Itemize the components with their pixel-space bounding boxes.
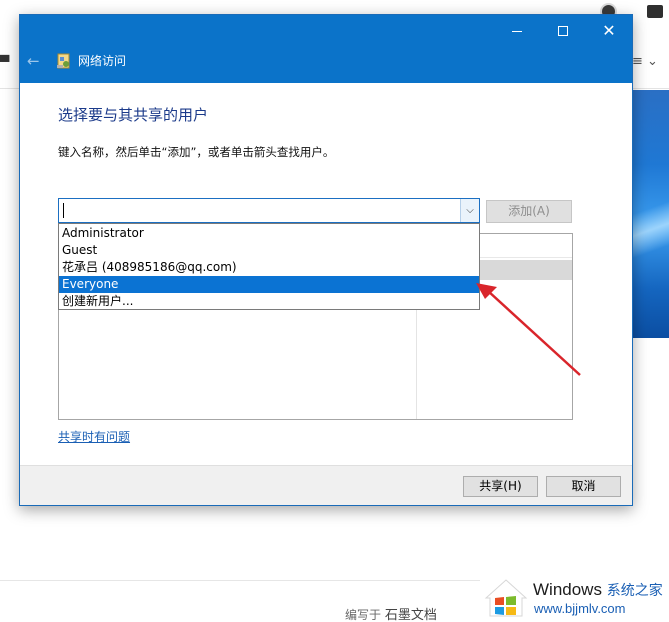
back-arrow-icon[interactable]: ← xyxy=(27,53,43,69)
document-footer: 编写于 石墨文档 xyxy=(345,604,437,622)
footer-brand: 石墨文档 xyxy=(384,608,437,622)
window-title: 网络访问 xyxy=(78,54,127,68)
minimize-icon xyxy=(512,30,522,32)
dropdown-item-create-user[interactable]: 创建新用户... xyxy=(59,293,479,310)
dropdown-item-guest[interactable]: Guest xyxy=(59,242,479,259)
network-access-dialog: ✕ ← 网络访问 选择要与其共享的用户 键入名称，然后单击“添加”，或者单击箭头… xyxy=(19,14,633,506)
dialog-footer: 共享(H) 取消 xyxy=(20,465,632,505)
close-button[interactable]: ✕ xyxy=(586,15,632,47)
maximize-button[interactable] xyxy=(540,15,586,47)
desktop-wallpaper xyxy=(632,90,669,338)
share-button[interactable]: 共享(H) xyxy=(463,476,538,497)
windows-watermark: Windows 系统之家 www.bjjmlv.com xyxy=(476,574,669,622)
dropdown-item-everyone[interactable]: Everyone xyxy=(59,276,479,293)
text-cursor xyxy=(63,203,64,218)
add-button[interactable]: 添加(A) xyxy=(486,200,572,223)
minimize-button[interactable] xyxy=(494,15,540,47)
cancel-button[interactable]: 取消 xyxy=(546,476,621,497)
dropdown-item-administrator[interactable]: Administrator xyxy=(59,225,479,242)
title-bar[interactable]: ✕ ← 网络访问 xyxy=(20,15,632,83)
chevron-down-icon[interactable]: ⌵ xyxy=(460,199,479,222)
sharing-help-link[interactable]: 共享时有问题 xyxy=(58,428,130,445)
user-dropdown-list[interactable]: Administrator Guest 花承吕 (408985186@qq.co… xyxy=(58,223,480,310)
watermark-title-cn: 系统之家 xyxy=(606,582,663,598)
windows-logo-icon xyxy=(484,579,528,617)
dropdown-item-account[interactable]: 花承吕 (408985186@qq.com) xyxy=(59,259,479,276)
user-name-combobox[interactable]: ⌵ xyxy=(58,198,480,223)
dialog-content: 选择要与其共享的用户 键入名称，然后单击“添加”，或者单击箭头查找用户。 ⌵ 添… xyxy=(20,83,632,463)
chat-icon[interactable] xyxy=(647,5,663,18)
background-paint-icon: ▀ xyxy=(0,55,10,69)
instruction-text: 键入名称，然后单击“添加”，或者单击箭头查找用户。 xyxy=(58,145,335,159)
footer-prefix: 编写于 xyxy=(345,608,382,622)
close-icon: ✕ xyxy=(602,21,616,40)
page-title: 选择要与其共享的用户 xyxy=(58,106,209,124)
watermark-url: www.bjjmlv.com xyxy=(534,601,626,616)
maximize-icon xyxy=(558,26,568,36)
network-share-icon xyxy=(57,53,70,69)
watermark-title: Windows xyxy=(533,580,602,599)
background-divider xyxy=(0,580,480,581)
background-menu-icon[interactable]: ≡ ⌄ xyxy=(632,54,669,70)
